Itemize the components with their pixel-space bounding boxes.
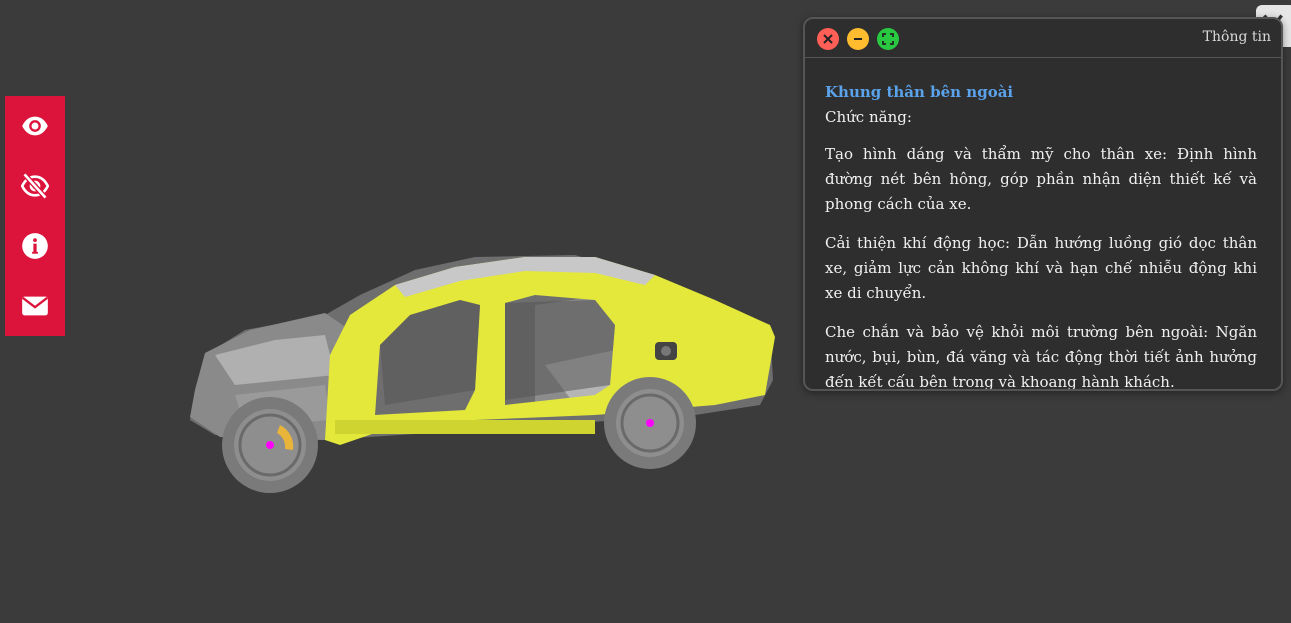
show-part-button[interactable]: [5, 96, 65, 156]
info-icon: [22, 233, 48, 259]
info-panel-header: Thông tin: [805, 19, 1281, 58]
function-label: Chức năng:: [825, 108, 912, 126]
minimize-button[interactable]: [847, 28, 869, 50]
function-paragraph: Tạo hình dáng và thẩm mỹ cho thân xe: Đị…: [825, 145, 1257, 213]
maximize-button[interactable]: [877, 28, 899, 50]
info-button[interactable]: [5, 216, 65, 276]
eye-icon: [22, 116, 48, 136]
function-paragraph: Cải thiện khí động học: Dẫn hướng luồng …: [825, 234, 1257, 302]
rear-wheel: [604, 377, 696, 469]
hide-part-button[interactable]: [5, 156, 65, 216]
function-paragraph: Che chắn và bảo vệ khỏi môi trường bên n…: [825, 323, 1257, 391]
info-panel-title: Thông tin: [1202, 29, 1271, 45]
contact-button[interactable]: [5, 276, 65, 336]
eye-slash-icon: [21, 172, 49, 200]
info-panel: Thông tin Khung thân bên ngoài Chức năng…: [803, 17, 1283, 391]
left-toolbar: [5, 96, 65, 336]
envelope-icon: [22, 296, 48, 316]
expand-icon: [882, 33, 894, 45]
close-icon: [823, 34, 833, 44]
part-name: Khung thân bên ngoài: [825, 83, 1014, 101]
close-button[interactable]: [817, 28, 839, 50]
front-wheel: [222, 397, 318, 493]
car-model[interactable]: [175, 245, 785, 495]
info-panel-body: Khung thân bên ngoài Chức năng: Tạo hình…: [805, 58, 1281, 391]
minus-icon: [854, 38, 862, 40]
3d-viewport[interactable]: Thông tin Khung thân bên ngoài Chức năng…: [0, 0, 1291, 623]
